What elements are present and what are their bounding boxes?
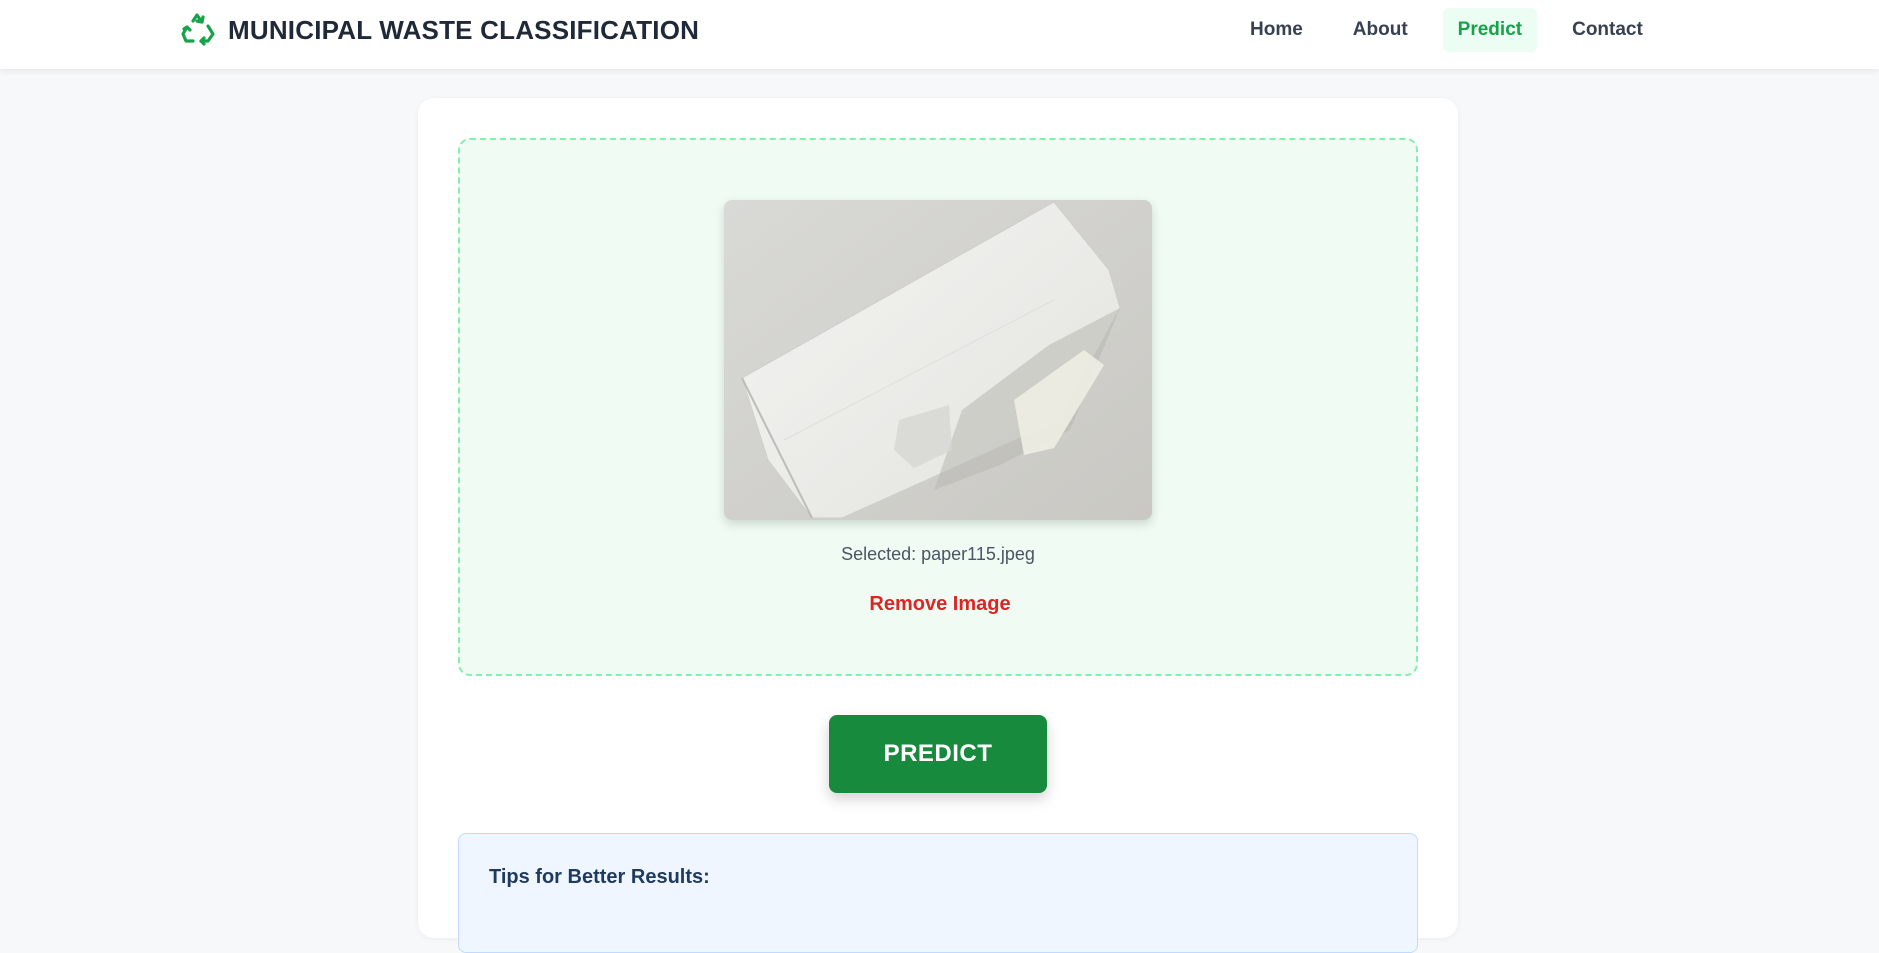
brand[interactable]: MUNICIPAL WASTE CLASSIFICATION	[180, 12, 699, 48]
tips-title: Tips for Better Results:	[489, 866, 710, 888]
predict-card: Selected: paper115.jpeg Remove Image PRE…	[418, 98, 1458, 953]
nav-about-link[interactable]: About	[1338, 8, 1423, 52]
nav-predict-link[interactable]: Predict	[1442, 7, 1538, 52]
paper-photo	[724, 200, 1152, 520]
nav-contact-link[interactable]: Contact	[1557, 8, 1658, 52]
tips-panel: Tips for Better Results:	[458, 833, 1418, 953]
predict-button[interactable]: PREDICT	[829, 715, 1047, 793]
image-preview	[724, 200, 1152, 520]
image-dropzone[interactable]: Selected: paper115.jpeg Remove Image	[458, 138, 1418, 676]
main-nav: Home About Predict Contact	[1235, 7, 1658, 52]
selected-file-label: Selected: paper115.jpeg	[841, 544, 1035, 564]
remove-image-button[interactable]: Remove Image	[860, 588, 1020, 620]
nav-home-link[interactable]: Home	[1235, 8, 1318, 52]
recycle-icon	[181, 13, 215, 46]
top-navbar: MUNICIPAL WASTE CLASSIFICATION Home Abou…	[0, 0, 1879, 69]
app-title: MUNICIPAL WASTE CLASSIFICATION	[228, 14, 700, 45]
